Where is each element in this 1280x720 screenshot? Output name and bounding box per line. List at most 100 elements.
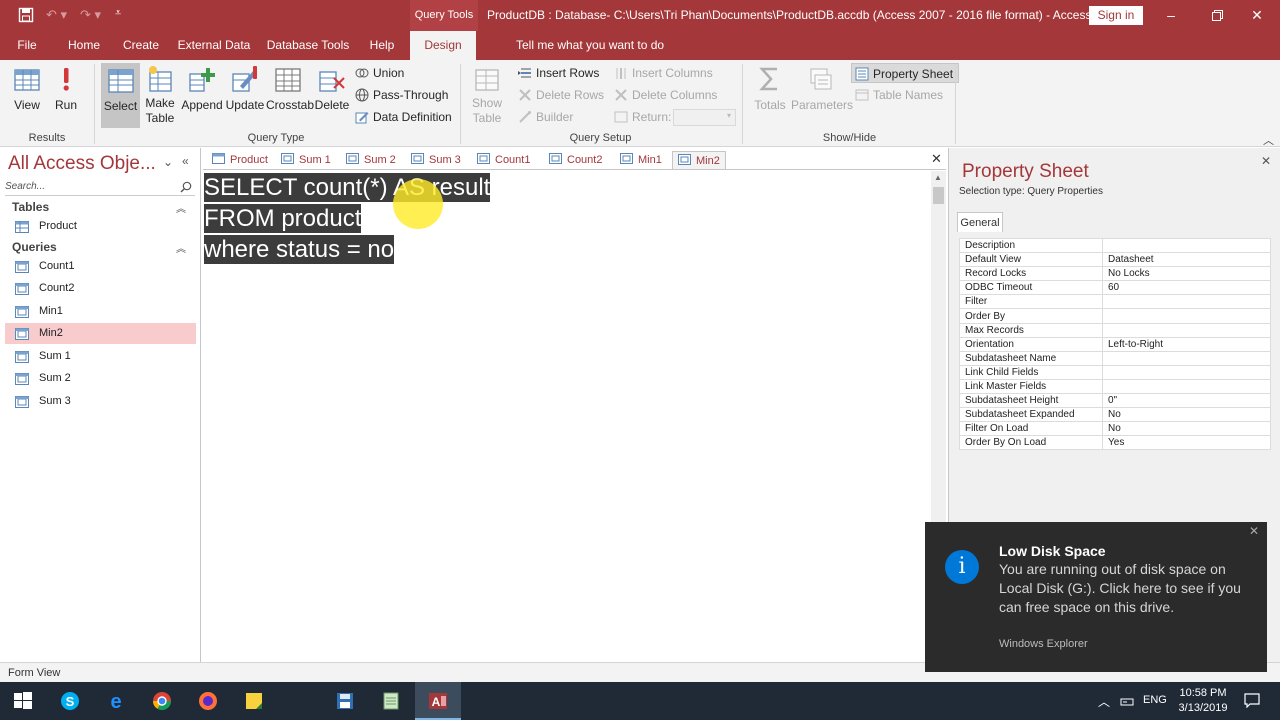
sql-line-3[interactable]: where status = no: [204, 235, 395, 264]
property-row[interactable]: Subdatasheet Name: [959, 350, 1271, 366]
tab-design[interactable]: Design: [410, 31, 476, 60]
property-value[interactable]: [1102, 364, 1271, 380]
property-sheet-button[interactable]: Property Sheet: [851, 63, 960, 83]
tab-general[interactable]: General: [957, 212, 1003, 232]
taskbar-firefox[interactable]: [185, 682, 231, 720]
nav-group-tables[interactable]: Tables: [12, 200, 49, 214]
property-value[interactable]: No: [1102, 407, 1271, 423]
crosstab-button[interactable]: Crosstab: [266, 64, 314, 112]
insert-columns-button[interactable]: Insert Columns: [614, 63, 713, 83]
nav-group-queries[interactable]: Queries: [12, 240, 57, 254]
run-button[interactable]: Run: [50, 64, 82, 112]
nav-search-input[interactable]: Search...: [5, 181, 195, 196]
drive-icon[interactable]: [1120, 695, 1134, 710]
property-row[interactable]: Subdatasheet Expanded No: [959, 407, 1271, 423]
system-clock[interactable]: 10:58 PM 3/13/2019: [1173, 686, 1233, 716]
property-value[interactable]: [1102, 378, 1271, 395]
taskbar-skype[interactable]: S: [47, 682, 93, 720]
sql-line-2[interactable]: FROM product: [204, 204, 362, 233]
notification-body[interactable]: You are running out of disk space on Loc…: [999, 560, 1259, 617]
nav-item-sum-1[interactable]: Sum 1: [5, 346, 196, 367]
append-button[interactable]: Append: [181, 64, 223, 112]
doc-tab-count1[interactable]: Count1: [473, 151, 534, 169]
save-icon[interactable]: [18, 7, 34, 26]
property-row[interactable]: ODBC Timeout 60: [959, 280, 1271, 296]
property-row[interactable]: Orientation Left-to-Right: [959, 336, 1271, 352]
sql-editor[interactable]: SELECT count(*) AS result FROM product w…: [203, 171, 931, 661]
property-value[interactable]: Yes: [1102, 435, 1271, 451]
property-row[interactable]: Order By On Load Yes: [959, 435, 1271, 451]
view-button[interactable]: View: [8, 64, 46, 112]
property-value[interactable]: [1102, 322, 1271, 338]
minimize-button[interactable]: –: [1148, 0, 1194, 31]
nav-item-count2[interactable]: Count2: [5, 278, 196, 299]
input-language[interactable]: ENG: [1143, 694, 1167, 706]
totals-button[interactable]: Totals: [752, 64, 788, 112]
nav-item-min2[interactable]: Min2: [5, 323, 196, 344]
nav-item-count1[interactable]: Count1: [5, 256, 196, 277]
collapse-group-icon[interactable]: ︽: [176, 240, 186, 255]
close-property-sheet-icon[interactable]: ✕: [1261, 154, 1271, 168]
tab-help[interactable]: Help: [364, 31, 400, 60]
property-value[interactable]: [1102, 350, 1271, 366]
nav-item-min1[interactable]: Min1: [5, 301, 196, 322]
property-row[interactable]: Order By: [959, 308, 1271, 324]
scroll-thumb[interactable]: [933, 187, 944, 204]
show-hidden-icons-chevron-icon[interactable]: ︿: [1098, 693, 1110, 710]
delete-rows-button[interactable]: Delete Rows: [518, 85, 604, 105]
table-names-button[interactable]: Table Names: [855, 85, 943, 105]
tab-home[interactable]: Home: [62, 31, 106, 60]
pass-through-button[interactable]: Pass-Through: [355, 85, 448, 105]
doc-tab-count2[interactable]: Count2: [545, 151, 606, 169]
show-table-button[interactable]: Show Table: [468, 64, 506, 126]
property-row[interactable]: Link Master Fields: [959, 378, 1271, 395]
doc-tab-sum-3[interactable]: Sum 3: [407, 151, 465, 169]
return-dropdown[interactable]: ▾: [673, 109, 736, 126]
collapse-group-icon[interactable]: ︽: [176, 200, 186, 215]
taskbar-chrome[interactable]: [139, 682, 185, 720]
data-definition-button[interactable]: Data Definition: [355, 107, 452, 127]
nav-item-product[interactable]: Product: [5, 216, 196, 237]
customize-qat-icon[interactable]: ⩡: [115, 7, 121, 20]
nav-pane-title[interactable]: All Access Obje...: [8, 153, 156, 175]
delete-query-button[interactable]: Delete: [313, 64, 351, 112]
delete-columns-button[interactable]: Delete Columns: [614, 85, 717, 105]
nav-item-sum-2[interactable]: Sum 2: [5, 368, 196, 389]
tab-external-data[interactable]: External Data: [176, 31, 252, 60]
doc-tab-sum-1[interactable]: Sum 1: [277, 151, 335, 169]
insert-rows-button[interactable]: Insert Rows: [518, 63, 599, 83]
action-center-icon[interactable]: [1244, 693, 1260, 711]
doc-tab-product[interactable]: Product: [208, 151, 272, 169]
scroll-up-icon[interactable]: ▲: [934, 173, 942, 182]
select-query-button[interactable]: Select: [101, 63, 140, 128]
sign-in-button[interactable]: Sign in: [1089, 6, 1143, 25]
close-button[interactable]: ✕: [1234, 0, 1280, 31]
property-row[interactable]: Link Child Fields: [959, 364, 1271, 380]
close-document-icon[interactable]: ✕: [931, 151, 942, 167]
property-value[interactable]: [1102, 237, 1271, 254]
union-button[interactable]: Union: [355, 63, 404, 83]
property-row[interactable]: Description: [959, 237, 1271, 254]
doc-tab-min1[interactable]: Min1: [616, 151, 666, 169]
taskbar-access[interactable]: A: [415, 682, 461, 720]
property-value[interactable]: 0": [1102, 393, 1271, 409]
tab-file[interactable]: File: [8, 31, 46, 60]
doc-tab-min2[interactable]: Min2: [672, 151, 726, 169]
nav-menu-chevron-icon[interactable]: ⌄: [163, 155, 173, 169]
shutter-bar-close-icon[interactable]: «: [182, 154, 189, 168]
nav-item-sum-3[interactable]: Sum 3: [5, 391, 196, 412]
taskbar-save-app[interactable]: [322, 682, 368, 720]
collapse-ribbon-icon[interactable]: ︿: [1263, 132, 1274, 148]
undo-icon[interactable]: ↶ ▾: [46, 7, 67, 23]
search-icon[interactable]: [180, 181, 192, 196]
builder-button[interactable]: Builder: [518, 107, 573, 127]
start-button[interactable]: [0, 682, 46, 720]
property-value[interactable]: No: [1102, 421, 1271, 437]
close-notification-icon[interactable]: ✕: [1249, 524, 1259, 538]
property-value[interactable]: 60: [1102, 280, 1271, 296]
tell-me-search[interactable]: Tell me what you want to do: [516, 31, 664, 60]
taskbar-edge[interactable]: e: [93, 682, 139, 720]
tab-database-tools[interactable]: Database Tools: [264, 31, 352, 60]
property-value[interactable]: Datasheet: [1102, 252, 1271, 268]
property-row[interactable]: Filter: [959, 294, 1271, 310]
